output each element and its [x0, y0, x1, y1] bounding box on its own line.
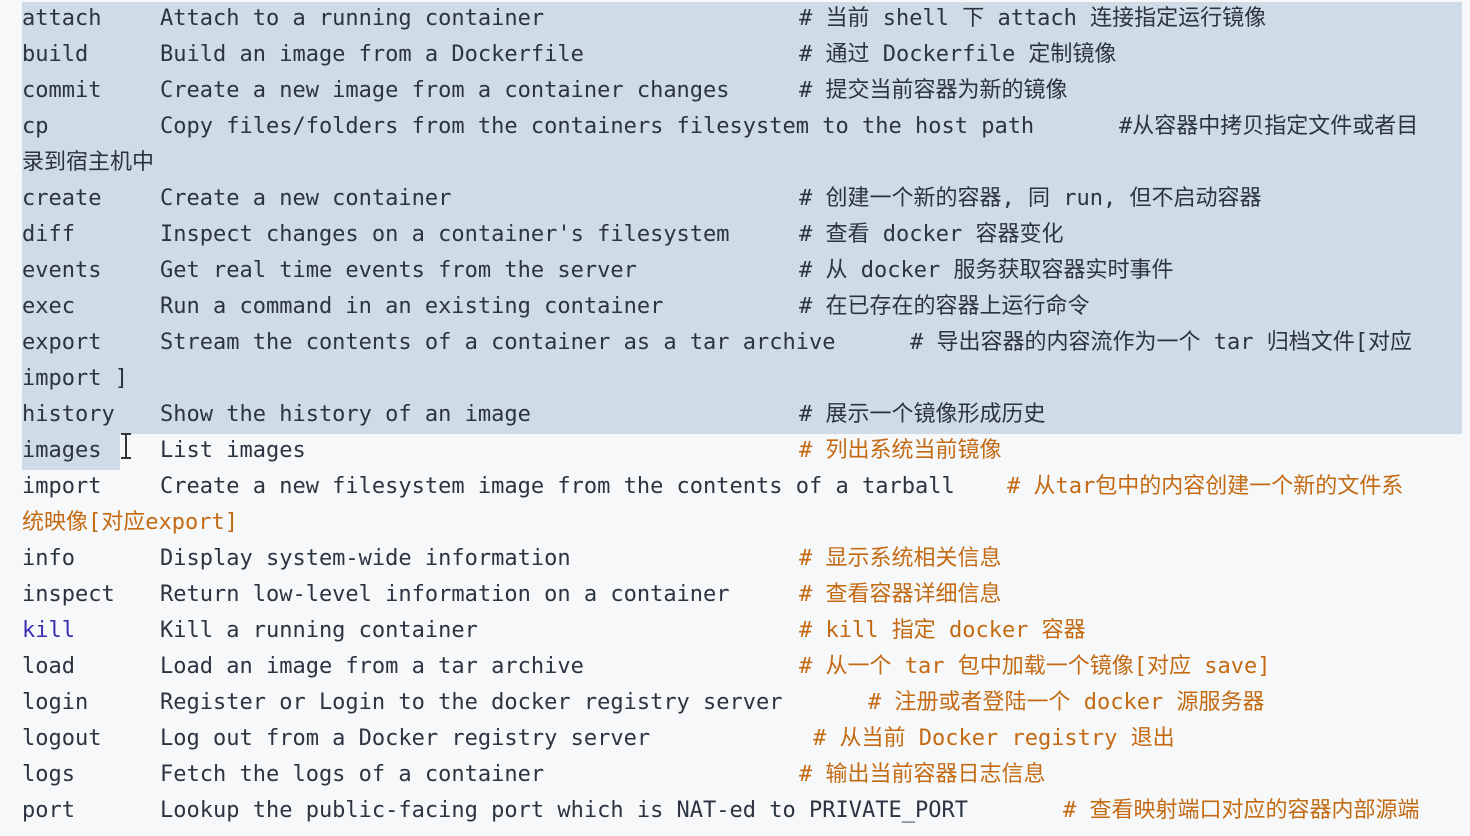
command-comment: # 输出当前容器日志信息 [799, 762, 1046, 787]
command-comment: # 通过 Dockerfile 定制镜像 [799, 42, 1117, 67]
command-description: List images [160, 438, 306, 463]
command-comment: # 从一个 tar 包中加载一个镜像[对应 save] [799, 654, 1271, 679]
code-line-import-continuation: 统映像[对应export] [22, 510, 238, 535]
command-comment: # 注册或者登陆一个 docker 源服务器 [868, 690, 1265, 715]
command-name: diff [22, 222, 75, 247]
code-line-logs[interactable]: logs Fetch the logs of a container # 输出当… [22, 757, 1046, 793]
code-line-attach[interactable]: attach Attach to a running container # 当… [22, 1, 1266, 37]
command-description: Display system-wide information [160, 546, 571, 571]
code-line-load[interactable]: load Load an image from a tar archive # … [22, 649, 1270, 685]
command-comment: #从容器中拷贝指定文件或者目 [1119, 114, 1419, 139]
code-line-cp[interactable]: cp Copy files/folders from the container… [22, 109, 1418, 145]
code-line-create[interactable]: create Create a new container # 创建一个新的容器… [22, 181, 1261, 217]
command-comment: # 导出容器的内容流作为一个 tar 归档文件[对应 [910, 330, 1412, 355]
command-description: Kill a running container [160, 618, 478, 643]
command-name: events [22, 258, 102, 283]
command-description: Create a new container [160, 186, 452, 211]
code-line-commit[interactable]: commit Create a new image from a contain… [22, 73, 1068, 109]
command-name: logout [22, 726, 102, 751]
code-line-kill[interactable]: kill Kill a running container # kill 指定 … [22, 613, 1086, 649]
code-line-build[interactable]: build Build an image from a Dockerfile #… [22, 37, 1116, 73]
command-description: Show the history of an image [160, 402, 531, 427]
command-name: load [22, 654, 75, 679]
command-name: import [22, 474, 102, 499]
command-comment: # 列出系统当前镜像 [799, 438, 1002, 463]
code-line-login[interactable]: login Register or Login to the docker re… [22, 685, 1264, 721]
command-name: logs [22, 762, 75, 787]
command-comment: # 提交当前容器为新的镜像 [799, 78, 1068, 103]
command-description: Return low-level information on a contai… [160, 582, 730, 607]
command-description: Copy files/folders from the containers f… [160, 114, 1035, 139]
command-comment: # 查看 docker 容器变化 [799, 222, 1064, 247]
command-description: Create a new image from a container chan… [160, 78, 730, 103]
command-name: images [22, 438, 102, 463]
code-block: attach Attach to a running container # 当… [0, 0, 1470, 836]
command-comment: # 从tar包中的内容创建一个新的文件系 [1007, 474, 1404, 499]
command-description: Attach to a running container [160, 6, 545, 31]
code-line-info[interactable]: info Display system-wide information # 显… [22, 541, 1002, 577]
code-line-export[interactable]: export Stream the contents of a containe… [22, 325, 1412, 361]
command-comment: # 查看容器详细信息 [799, 582, 1002, 607]
command-description: Stream the contents of a container as a … [160, 330, 836, 355]
command-name: inspect [22, 582, 115, 607]
command-name: export [22, 330, 102, 355]
command-comment: # 展示一个镜像形成历史 [799, 402, 1046, 427]
command-description: Inspect changes on a container's filesys… [160, 222, 730, 247]
command-name: create [22, 186, 102, 211]
code-line-events[interactable]: events Get real time events from the ser… [22, 253, 1173, 289]
command-name: history [22, 402, 115, 427]
command-comment: # 显示系统相关信息 [799, 546, 1002, 571]
command-name: attach [22, 6, 102, 31]
command-description: Log out from a Docker registry server [160, 726, 651, 751]
command-name: exec [22, 294, 75, 319]
command-description: Create a new filesystem image from the c… [160, 474, 955, 499]
command-comment: # 在已存在的容器上运行命令 [799, 294, 1090, 319]
command-name: kill [22, 618, 75, 643]
command-description: Lookup the public-facing port which is N… [160, 798, 968, 823]
command-name: commit [22, 78, 102, 103]
command-name: cp [22, 114, 49, 139]
command-name: login [22, 690, 89, 715]
command-comment: # kill 指定 docker 容器 [799, 618, 1086, 643]
command-description: Get real time events from the server [160, 258, 637, 283]
code-line-logout[interactable]: logout Log out from a Docker registry se… [22, 721, 1175, 757]
code-line-cp-continuation: 录到宿主机中 [22, 150, 155, 175]
command-comment: # 创建一个新的容器, 同 run, 但不启动容器 [799, 186, 1262, 211]
code-line-diff[interactable]: diff Inspect changes on a container's fi… [22, 217, 1063, 253]
code-line-export-continuation: import ] [22, 366, 128, 391]
command-name: port [22, 798, 75, 823]
command-name: build [22, 42, 89, 67]
text-cursor-icon [121, 433, 131, 459]
command-description: Run a command in an existing container [160, 294, 664, 319]
command-description: Fetch the logs of a container [160, 762, 545, 787]
code-line-port[interactable]: port Lookup the public-facing port which… [22, 793, 1420, 829]
command-comment: # 从当前 Docker registry 退出 [813, 726, 1175, 751]
code-line-history[interactable]: history Show the history of an image # 展… [22, 397, 1046, 433]
code-line-import[interactable]: import Create a new filesystem image fro… [22, 469, 1403, 505]
command-name: info [22, 546, 75, 571]
command-comment: # 从 docker 服务获取容器实时事件 [799, 258, 1174, 283]
command-description: Register or Login to the docker registry… [160, 690, 783, 715]
command-description: Build an image from a Dockerfile [160, 42, 584, 67]
code-line-exec[interactable]: exec Run a command in an existing contai… [22, 289, 1090, 325]
command-comment: # 查看映射端口对应的容器内部源端 [1063, 798, 1420, 823]
code-line-images[interactable]: images List images # 列出系统当前镜像 [22, 433, 1002, 469]
command-description: Load an image from a tar archive [160, 654, 584, 679]
code-line-inspect[interactable]: inspect Return low-level information on … [22, 577, 1002, 613]
command-comment: # 当前 shell 下 attach 连接指定运行镜像 [799, 6, 1267, 31]
